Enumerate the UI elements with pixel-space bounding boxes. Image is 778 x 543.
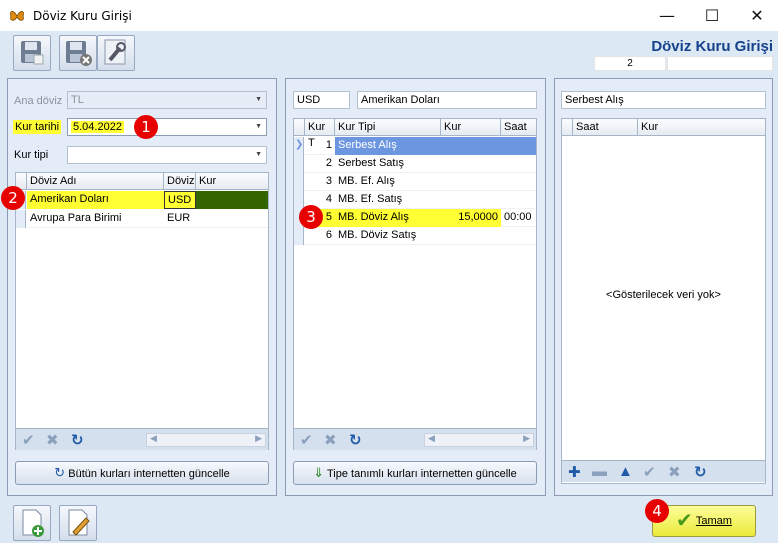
- col-saat[interactable]: Saat: [573, 119, 638, 136]
- table-row[interactable]: 4 MB. Ef. Satış: [294, 191, 536, 209]
- settings-button[interactable]: [97, 35, 135, 71]
- rate-history-grid-header: Saat Kur: [562, 119, 765, 136]
- pencil-icon: [68, 509, 90, 536]
- table-row[interactable]: 5 MB. Döviz Alış 15,0000 00:00: [294, 209, 536, 227]
- delete-icon[interactable]: ✖: [324, 431, 337, 449]
- refresh-icon[interactable]: ↻: [71, 431, 84, 449]
- chevron-down-icon[interactable]: ▼: [255, 147, 262, 163]
- table-row[interactable]: 3 MB. Ef. Alış: [294, 173, 536, 191]
- title-bar: Döviz Kuru Girişi — ☐ ✕: [0, 0, 778, 31]
- table-row[interactable]: Amerikan Doları USD: [16, 191, 268, 209]
- rate-type-grid-header: Kur T Kur Tipi Kur Saat: [294, 119, 536, 149]
- selected-rate-type-field[interactable]: Serbest Alış: [561, 91, 766, 109]
- kur-tarihi-field[interactable]: 5.04.2022 ▼: [67, 118, 267, 136]
- save-cancel-icon: [66, 41, 92, 66]
- refresh-icon: ↻: [54, 465, 66, 480]
- cancel-save-button[interactable]: [59, 35, 97, 71]
- new-document-icon: [22, 509, 44, 537]
- col-doviz-adi[interactable]: Döviz Adı: [27, 173, 164, 190]
- new-document-button[interactable]: [13, 505, 51, 541]
- rate-history-grid: Saat Kur <Gösterilecek veri yok> ✚ ▬ ▲ ✔…: [561, 118, 766, 484]
- save-button[interactable]: [13, 35, 51, 71]
- table-row[interactable]: 2 Serbest Satış: [294, 155, 536, 173]
- currency-grid: Döviz Adı Döviz Kur Amerikan Doları USD …: [15, 172, 269, 450]
- check-icon[interactable]: ✔: [300, 431, 313, 449]
- horizontal-scrollbar[interactable]: ◀ ▶: [424, 433, 534, 447]
- step-badge-2: 2: [1, 186, 25, 210]
- currency-code-field[interactable]: USD: [293, 91, 350, 109]
- add-icon[interactable]: ✚: [568, 463, 581, 481]
- download-icon: ⇓: [313, 465, 325, 480]
- record-number-extra: [667, 56, 773, 71]
- kur-tipi-label: Kur tipi: [14, 149, 49, 161]
- horizontal-scrollbar[interactable]: ◀ ▶: [146, 433, 266, 447]
- col-kur[interactable]: Kur: [638, 119, 765, 136]
- up-arrow-icon[interactable]: ▲: [618, 463, 633, 480]
- col-kur-t[interactable]: Kur T: [305, 119, 335, 149]
- record-number: 2: [594, 56, 666, 71]
- rate-type-grid-navigator: ✔ ✖ ↻ ◀ ▶: [294, 428, 536, 450]
- col-saat[interactable]: Saat: [501, 119, 536, 136]
- col-kur[interactable]: Kur: [441, 119, 501, 136]
- edit-button[interactable]: [59, 505, 97, 541]
- delete-icon[interactable]: ✖: [668, 463, 681, 481]
- minus-icon[interactable]: ▬: [592, 463, 607, 480]
- currency-name-field[interactable]: Amerikan Doları: [357, 91, 537, 109]
- step-badge-4: 4: [645, 499, 669, 523]
- col-doviz[interactable]: Döviz: [164, 173, 196, 190]
- ana-doviz-select: TL ▼: [67, 91, 267, 109]
- table-row[interactable]: ❯ 1 Serbest Alış: [294, 137, 536, 155]
- refresh-icon[interactable]: ↻: [694, 463, 707, 481]
- maximize-button[interactable]: ☐: [689, 0, 735, 31]
- form-title: Döviz Kuru Girişi: [651, 38, 773, 55]
- update-all-rates-button[interactable]: ↻ Bütün kurları internetten güncelle: [15, 461, 269, 485]
- step-badge-3: 3: [299, 205, 323, 229]
- currency-grid-header: Döviz Adı Döviz Kur: [16, 173, 268, 190]
- kur-tipi-select[interactable]: ▼: [67, 146, 267, 164]
- chevron-down-icon: ▼: [255, 96, 262, 103]
- currency-grid-navigator: ✔ ✖ ↻ ◀ ▶: [16, 428, 268, 450]
- window-title: Döviz Kuru Girişi: [33, 9, 132, 23]
- ana-doviz-label: Ana döviz: [14, 95, 63, 107]
- chevron-down-icon[interactable]: ▼: [255, 119, 262, 135]
- refresh-icon[interactable]: ↻: [349, 431, 362, 449]
- table-row[interactable]: Avrupa Para Birimi EUR: [16, 210, 268, 228]
- checkmark-icon: ✔: [676, 510, 693, 533]
- update-typed-rates-button[interactable]: ⇓ Tipe tanımlı kurları internetten günce…: [293, 461, 537, 485]
- butterfly-icon: [10, 11, 24, 21]
- check-icon[interactable]: ✔: [22, 431, 35, 449]
- check-icon[interactable]: ✔: [643, 463, 656, 481]
- save-icon: [21, 41, 44, 65]
- minimize-button[interactable]: —: [644, 0, 690, 31]
- table-row[interactable]: 6 MB. Döviz Satış: [294, 227, 536, 245]
- step-badge-1: 1: [134, 115, 158, 139]
- col-kur-tipi[interactable]: Kur Tipi: [335, 119, 441, 136]
- close-button[interactable]: ✕: [734, 0, 778, 31]
- wrench-icon: [104, 39, 126, 65]
- empty-state-text: <Gösterilecek veri yok>: [606, 289, 721, 301]
- col-kur[interactable]: Kur: [196, 173, 268, 190]
- rate-history-navigator: ✚ ▬ ▲ ✔ ✖ ↻: [562, 460, 765, 482]
- rate-type-grid: Kur T Kur Tipi Kur Saat ❯ 1 Serbest Alış…: [293, 118, 537, 450]
- delete-icon[interactable]: ✖: [46, 431, 59, 449]
- kur-tarihi-label: Kur tarihi: [13, 120, 62, 134]
